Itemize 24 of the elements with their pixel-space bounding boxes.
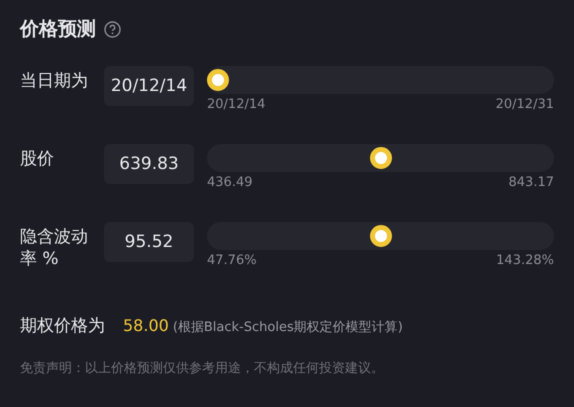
field-label: 隐含波动率 % — [20, 226, 89, 270]
value-field[interactable]: 20/12/14 — [104, 66, 194, 106]
slider-thumb[interactable] — [370, 225, 392, 247]
range-min: 20/12/14 — [207, 97, 266, 112]
range-max: 143.28% — [496, 253, 554, 268]
slider-thumb[interactable] — [370, 147, 392, 169]
range-max: 20/12/31 — [496, 97, 554, 112]
field-label: 股价 — [20, 148, 55, 170]
value-field[interactable]: 95.52 — [104, 222, 194, 262]
slider-track[interactable] — [207, 66, 554, 94]
range-min: 47.76% — [207, 253, 257, 268]
result-label: 期权价格为 — [20, 315, 105, 337]
slider-track[interactable] — [207, 222, 554, 250]
section-title: 价格预测 — [20, 17, 96, 42]
value-field[interactable]: 639.83 — [104, 144, 194, 184]
disclaimer-text: 免责声明：以上价格预测仅供参考用途，不构成任何投资建议。 — [20, 360, 385, 377]
slider-track[interactable] — [207, 144, 554, 172]
option-price: 58.00 — [123, 316, 169, 335]
range-max: 843.17 — [508, 175, 554, 190]
slider-thumb[interactable] — [207, 69, 229, 91]
help-icon[interactable] — [104, 20, 121, 38]
field-label: 当日期为 — [20, 70, 89, 92]
range-min: 436.49 — [207, 175, 252, 190]
result-note: (根据Black-Scholes期权定价模型计算) — [172, 319, 403, 336]
